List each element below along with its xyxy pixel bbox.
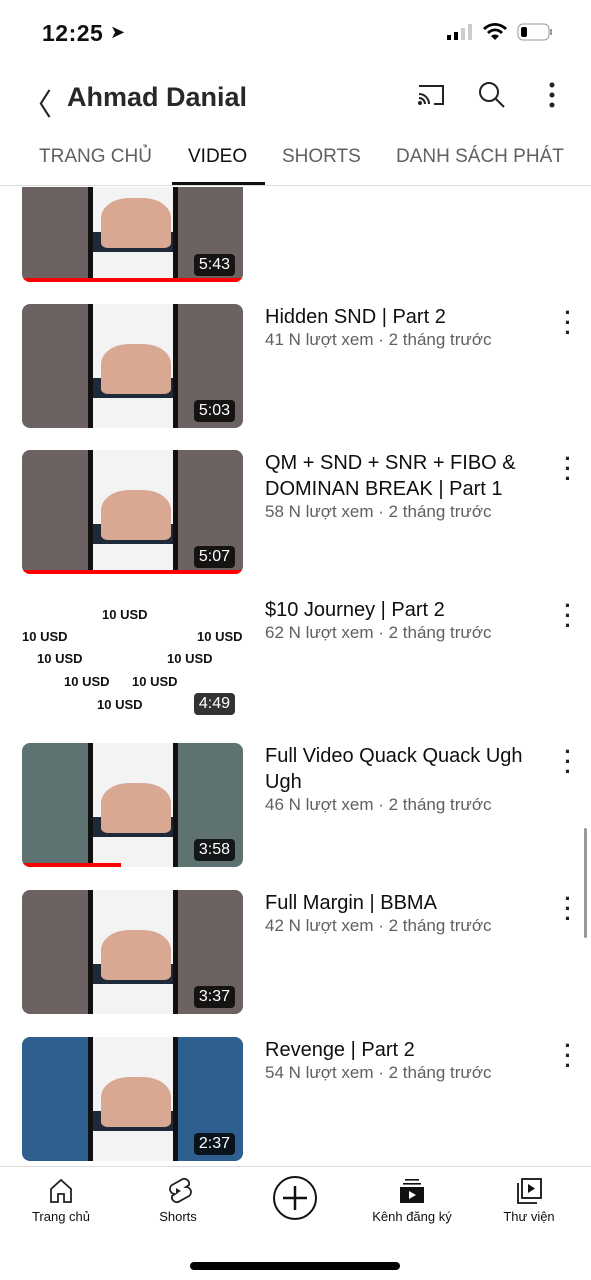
thumb-screen bbox=[88, 304, 178, 428]
thumb-text: 10 USD bbox=[22, 629, 68, 644]
thumb-text: 10 USD bbox=[102, 607, 148, 622]
thumb-text: 10 USD bbox=[37, 651, 83, 666]
video-more-icon[interactable]: · · · bbox=[563, 448, 573, 490]
video-thumbnail[interactable]: 2:37 bbox=[22, 1037, 243, 1161]
tab-home[interactable]: TRANG CHỦ bbox=[39, 146, 152, 168]
thumb-screen bbox=[88, 890, 178, 1014]
nav-subscriptions[interactable]: Kênh đăng ký bbox=[357, 1177, 467, 1224]
thumb-face bbox=[101, 783, 171, 833]
bottom-nav: Trang chủ Shorts Kênh đăng ký Thư viện bbox=[0, 1166, 591, 1236]
status-bar: 12:25 ➤ bbox=[0, 0, 591, 66]
scrollbar[interactable] bbox=[584, 828, 587, 938]
video-more-icon[interactable]: · · · bbox=[563, 302, 573, 344]
status-time: 12:25 bbox=[42, 20, 104, 46]
video-thumbnail[interactable]: 5:07 bbox=[22, 450, 243, 574]
cast-icon[interactable] bbox=[416, 80, 446, 110]
nav-label: Shorts bbox=[159, 1209, 197, 1224]
video-title[interactable]: Hidden SND | Part 2 bbox=[265, 304, 555, 330]
thumb-text: 10 USD bbox=[167, 651, 213, 666]
more-options-icon[interactable] bbox=[540, 80, 564, 110]
video-more-icon[interactable]: · · · bbox=[563, 595, 573, 637]
video-item[interactable]: 3:37 Full Margin | BBMA 42 N lượt xem · … bbox=[0, 888, 591, 1020]
nav-label: Thư viện bbox=[503, 1209, 555, 1224]
video-thumbnail[interactable]: 3:37 bbox=[22, 890, 243, 1014]
video-thumbnail[interactable]: 10 USD 10 USD 10 USD 10 USD 10 USD 10 USD 10 U… bbox=[22, 597, 243, 721]
video-meta: 54 N lượt xem · 2 tháng trước bbox=[265, 1063, 492, 1082]
duration-badge: 5:07 bbox=[193, 546, 235, 568]
thumb-text: 10 USD bbox=[197, 629, 243, 644]
watch-progress-bar bbox=[22, 570, 243, 574]
signal-icon bbox=[447, 24, 472, 40]
nav-label: Kênh đăng ký bbox=[372, 1209, 452, 1224]
home-indicator bbox=[190, 1262, 400, 1270]
duration-badge: 2:37 bbox=[193, 1133, 235, 1155]
thumb-screen bbox=[88, 1037, 178, 1161]
video-meta: 58 N lượt xem · 2 tháng trước bbox=[265, 502, 492, 521]
back-button[interactable]: 〈 bbox=[22, 80, 52, 124]
tab-playlists[interactable]: DANH SÁCH PHÁT bbox=[396, 146, 564, 168]
duration-badge: 5:03 bbox=[193, 400, 235, 422]
nav-label: Trang chủ bbox=[31, 1209, 91, 1224]
thumb-text: 10 USD bbox=[97, 697, 143, 712]
video-item[interactable]: 10 USD 10 USD 10 USD 10 USD 10 USD 10 USD 10 U… bbox=[0, 595, 591, 727]
subscriptions-icon bbox=[400, 1179, 424, 1203]
video-more-icon[interactable]: · · · bbox=[563, 741, 573, 783]
watch-progress-bar bbox=[22, 278, 243, 282]
nav-home[interactable]: Trang chủ bbox=[6, 1177, 116, 1224]
video-item[interactable]: 5:07 QM + SND + SNR + FIBO & DOMINAN BRE… bbox=[0, 448, 591, 580]
video-title[interactable]: QM + SND + SNR + FIBO & DOMINAN BREAK | … bbox=[265, 450, 555, 502]
video-item[interactable]: 2:37 Revenge | Part 2 54 N lượt xem · 2 … bbox=[0, 1035, 591, 1165]
nav-create[interactable] bbox=[240, 1175, 350, 1225]
thumb-face bbox=[101, 198, 171, 248]
search-icon[interactable] bbox=[477, 80, 507, 110]
video-meta: 46 N lượt xem · 2 tháng trước bbox=[265, 795, 492, 814]
video-more-icon[interactable]: · · · bbox=[563, 888, 573, 930]
thumb-screen bbox=[88, 743, 178, 867]
video-list[interactable]: 5:43 107 N lượt xem · 2 tháng trước 5:03… bbox=[0, 187, 591, 1165]
thumb-face bbox=[101, 344, 171, 394]
thumb-screen bbox=[88, 187, 178, 282]
video-meta: 42 N lượt xem · 2 tháng trước bbox=[265, 916, 492, 935]
watch-progress-bar bbox=[22, 863, 122, 867]
tab-shorts[interactable]: SHORTS bbox=[282, 146, 361, 168]
tab-video[interactable]: VIDEO bbox=[188, 146, 247, 168]
thumb-text: 10 USD bbox=[132, 674, 178, 689]
library-icon bbox=[517, 1178, 542, 1204]
thumb-text: 10 USD bbox=[64, 674, 110, 689]
video-meta: 62 N lượt xem · 2 tháng trước bbox=[265, 623, 492, 642]
thumb-face bbox=[101, 930, 171, 980]
duration-badge: 3:58 bbox=[193, 839, 235, 861]
video-thumbnail[interactable]: 5:03 bbox=[22, 304, 243, 428]
location-arrow-icon: ➤ bbox=[110, 22, 126, 42]
duration-badge: 4:49 bbox=[193, 693, 235, 715]
shorts-icon bbox=[169, 1178, 192, 1203]
duration-badge: 5:43 bbox=[193, 254, 235, 276]
home-icon bbox=[50, 1178, 72, 1203]
duration-badge: 3:37 bbox=[193, 986, 235, 1008]
channel-tabs: TRANG CHỦ VIDEO SHORTS DANH SÁCH PHÁT bbox=[0, 126, 591, 186]
video-title[interactable]: Revenge | Part 2 bbox=[265, 1037, 555, 1063]
battery-icon bbox=[517, 23, 552, 41]
video-item[interactable]: 5:03 Hidden SND | Part 2 41 N lượt xem ·… bbox=[0, 302, 591, 434]
video-thumbnail[interactable]: 5:43 bbox=[22, 187, 243, 282]
video-thumbnail[interactable]: 3:58 bbox=[22, 743, 243, 867]
video-item[interactable]: 3:58 Full Video Quack Quack Ugh Ugh 46 N… bbox=[0, 741, 591, 873]
thumb-face bbox=[101, 490, 171, 540]
video-title[interactable]: Full Margin | BBMA bbox=[265, 890, 555, 916]
nav-shorts[interactable]: Shorts bbox=[123, 1177, 233, 1224]
channel-header: 〈 Ahmad Danial bbox=[0, 66, 591, 126]
video-meta: 41 N lượt xem · 2 tháng trước bbox=[265, 330, 492, 349]
wifi-icon bbox=[483, 23, 507, 40]
nav-library[interactable]: Thư viện bbox=[474, 1177, 584, 1224]
video-title[interactable]: Full Video Quack Quack Ugh Ugh bbox=[265, 743, 555, 795]
thumb-face bbox=[101, 1077, 171, 1127]
video-item[interactable]: 5:43 107 N lượt xem · 2 tháng trước bbox=[0, 187, 591, 288]
thumb-screen bbox=[88, 450, 178, 574]
video-more-icon[interactable]: · · · bbox=[563, 1035, 573, 1077]
channel-title: Ahmad Danial bbox=[67, 82, 248, 112]
video-title[interactable]: $10 Journey | Part 2 bbox=[265, 597, 555, 623]
create-plus-icon bbox=[273, 1176, 317, 1220]
active-tab-indicator bbox=[172, 182, 265, 185]
